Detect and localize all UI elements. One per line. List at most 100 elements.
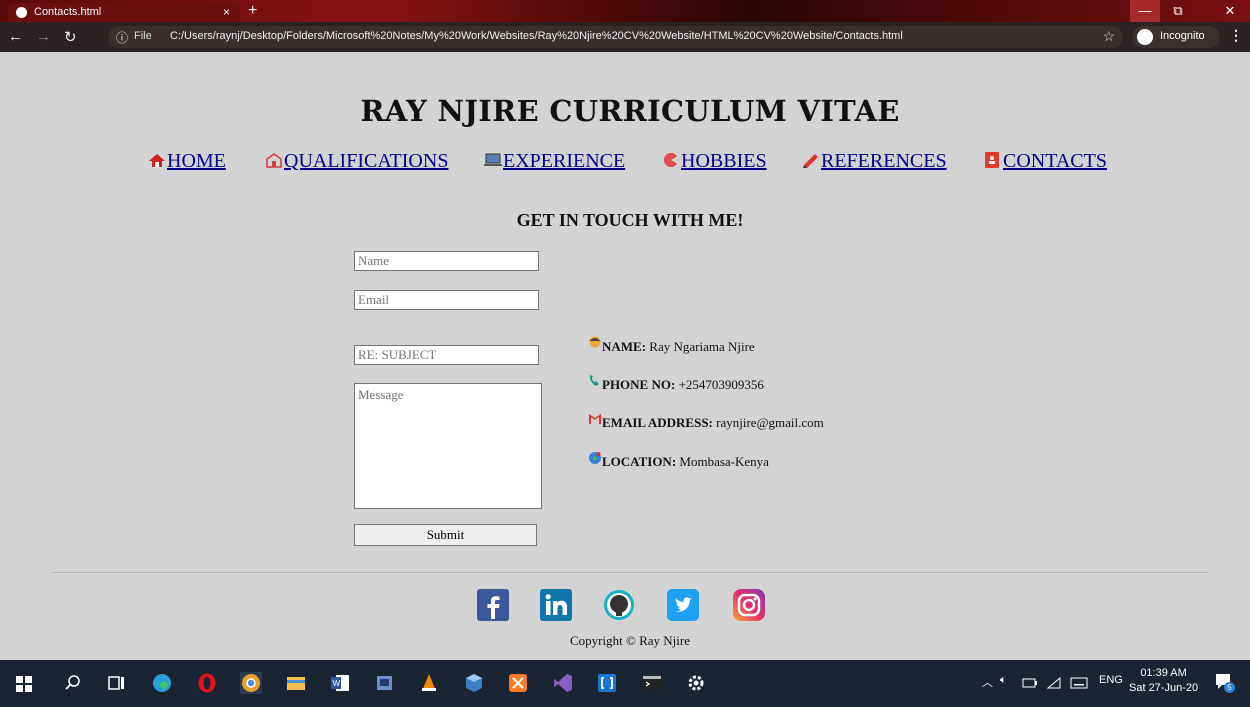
- clock-date: Sat 27-Jun-20: [1129, 682, 1199, 694]
- contact-location-label: LOCATION:: [602, 454, 677, 469]
- windows-start-icon[interactable]: [16, 676, 32, 692]
- gmail-icon: [589, 414, 601, 424]
- wifi-icon[interactable]: [1046, 676, 1062, 690]
- xampp-icon[interactable]: [507, 672, 529, 694]
- word-icon[interactable]: W: [329, 672, 351, 694]
- linkedin-icon[interactable]: [540, 589, 572, 621]
- message-textarea[interactable]: Message: [354, 383, 542, 509]
- task-view-icon[interactable]: [106, 672, 128, 694]
- volume-icon[interactable]: 🔈︎: [1000, 674, 1007, 687]
- contact-name-label: NAME:: [602, 339, 647, 354]
- vlc-icon[interactable]: [418, 672, 440, 694]
- forward-arrow-icon[interactable]: →: [36, 28, 51, 45]
- contact-name-value: Ray Ngariama Njire: [649, 339, 755, 354]
- nav-link-hobbies[interactable]: HOBBIES: [661, 150, 767, 176]
- person-icon: [589, 336, 601, 348]
- brackets-icon[interactable]: [596, 672, 618, 694]
- nav-label-hobbies: HOBBIES: [681, 150, 767, 172]
- contact-phone-row: PHONE NO: +254703909356: [588, 375, 764, 393]
- url-text[interactable]: C:/Users/raynj/Desktop/Folders/Microsoft…: [170, 30, 903, 42]
- contact-email-label: EMAIL ADDRESS:: [602, 415, 713, 430]
- show-hidden-icons-icon[interactable]: ︿: [982, 674, 993, 690]
- window-close-button[interactable]: ✕: [1215, 0, 1245, 22]
- visual-studio-icon[interactable]: [552, 672, 574, 694]
- reload-icon[interactable]: ↻: [64, 28, 77, 46]
- submit-button[interactable]: Submit: [354, 524, 537, 546]
- contact-phone-value: +254703909356: [678, 377, 764, 392]
- battery-icon[interactable]: [1022, 676, 1038, 690]
- phone-icon: [589, 375, 599, 386]
- contact-location-row: LOCATION: Mombasa-Kenya: [588, 452, 769, 470]
- notification-center-icon[interactable]: 5: [1214, 672, 1235, 694]
- contact-location-value: Mombasa-Kenya: [679, 454, 769, 469]
- edge-icon[interactable]: [151, 672, 173, 694]
- browser-tab-strip: Contacts.html × + — ⧉ ✕: [0, 0, 1250, 22]
- nav-label-references: REFERENCES: [821, 150, 947, 172]
- chrome-icon[interactable]: [240, 672, 262, 694]
- nav-link-qualifications[interactable]: QUALIFICATIONS: [264, 150, 448, 176]
- clock-time: 01:39 AM: [1140, 667, 1187, 679]
- browser-menu-icon[interactable]: ⋮: [1229, 27, 1243, 44]
- nav-link-experience[interactable]: EXPERIENCE: [483, 150, 625, 176]
- laptop-icon: [484, 153, 502, 166]
- file-explorer-icon[interactable]: [285, 672, 307, 694]
- window-restore-button[interactable]: ⧉: [1163, 0, 1193, 22]
- clock[interactable]: 01:39 AM Sat 27-Jun-20: [1129, 666, 1198, 696]
- contact-name-row: NAME: Ray Ngariama Njire: [588, 336, 755, 355]
- virtualbox-icon[interactable]: [463, 672, 485, 694]
- window-minimize-button[interactable]: —: [1130, 0, 1160, 22]
- keyboard-icon[interactable]: [1070, 676, 1088, 690]
- nav-label-contacts: CONTACTS: [1003, 150, 1107, 172]
- search-icon[interactable]: [62, 672, 84, 694]
- incognito-indicator[interactable]: Incognito: [1132, 26, 1220, 48]
- incognito-icon: [1137, 29, 1153, 45]
- tab-title: Contacts.html: [34, 6, 102, 18]
- svg-text:W: W: [333, 679, 341, 688]
- nav-label-qualifications: QUALIFICATIONS: [284, 150, 449, 172]
- contact-email-value: raynjire@gmail.com: [716, 415, 824, 430]
- page-favicon-icon: [16, 7, 27, 18]
- contact-book-icon: [985, 152, 999, 168]
- new-tab-button[interactable]: +: [248, 2, 257, 20]
- settings-gear-icon[interactable]: [685, 672, 707, 694]
- tab-close-icon[interactable]: ×: [223, 3, 230, 22]
- globe-icon: [589, 452, 601, 464]
- facebook-icon[interactable]: [477, 589, 509, 621]
- email-field[interactable]: Email: [354, 290, 539, 310]
- back-arrow-icon[interactable]: ←: [8, 28, 23, 45]
- nav-link-references[interactable]: REFERENCES: [801, 150, 947, 176]
- copyright-text: Copyright © Ray Njire: [569, 633, 690, 648]
- footer-divider: [52, 572, 1208, 573]
- nav-link-contacts[interactable]: CONTACTS: [983, 150, 1107, 176]
- section-title: GET IN TOUCH WITH ME!: [516, 210, 744, 230]
- notification-count-badge: 5: [1224, 682, 1235, 693]
- browser-toolbar: ← → ↻ ⓘ File C:/Users/raynj/Desktop/Fold…: [0, 22, 1250, 52]
- name-field[interactable]: Name: [354, 251, 539, 271]
- qualifications-icon: [266, 153, 282, 168]
- bookmark-star-icon[interactable]: ☆: [1102, 28, 1115, 45]
- nav-label-home: HOME: [167, 150, 226, 172]
- hobbies-icon: [664, 153, 678, 167]
- nav-link-home[interactable]: HOME: [147, 150, 226, 176]
- info-icon[interactable]: ⓘ: [116, 29, 128, 46]
- contact-email-row: EMAIL ADDRESS: raynjire@gmail.com: [588, 414, 824, 431]
- twitter-icon[interactable]: [667, 589, 699, 621]
- incognito-label: Incognito: [1160, 30, 1205, 42]
- nav-label-experience: EXPERIENCE: [503, 150, 626, 172]
- browser-tab[interactable]: Contacts.html ×: [8, 3, 240, 22]
- page-title: RAY NJIRE CURRICULUM VITAE: [360, 94, 900, 128]
- opera-icon[interactable]: [196, 672, 218, 694]
- contact-phone-label: PHONE NO:: [602, 377, 676, 392]
- language-indicator[interactable]: ENG: [1099, 674, 1123, 686]
- github-icon[interactable]: [603, 589, 635, 621]
- app-icon[interactable]: [374, 672, 396, 694]
- home-icon: [149, 154, 165, 167]
- windows-taskbar: W ︿ 🔈︎ ENG 01:39 AM Sat 27-Jun-20 5: [0, 660, 1250, 707]
- page-content: RAY NJIRE CURRICULUM VITAE HOME QUALIFIC…: [0, 52, 1250, 660]
- terminal-icon[interactable]: [641, 672, 663, 694]
- address-bar[interactable]: ⓘ File C:/Users/raynj/Desktop/Folders/Mi…: [108, 26, 1123, 48]
- file-scheme-label: File: [134, 30, 152, 42]
- subject-field[interactable]: RE: SUBJECT: [354, 345, 539, 365]
- instagram-icon[interactable]: [733, 589, 765, 621]
- pencil-icon: [803, 154, 818, 168]
